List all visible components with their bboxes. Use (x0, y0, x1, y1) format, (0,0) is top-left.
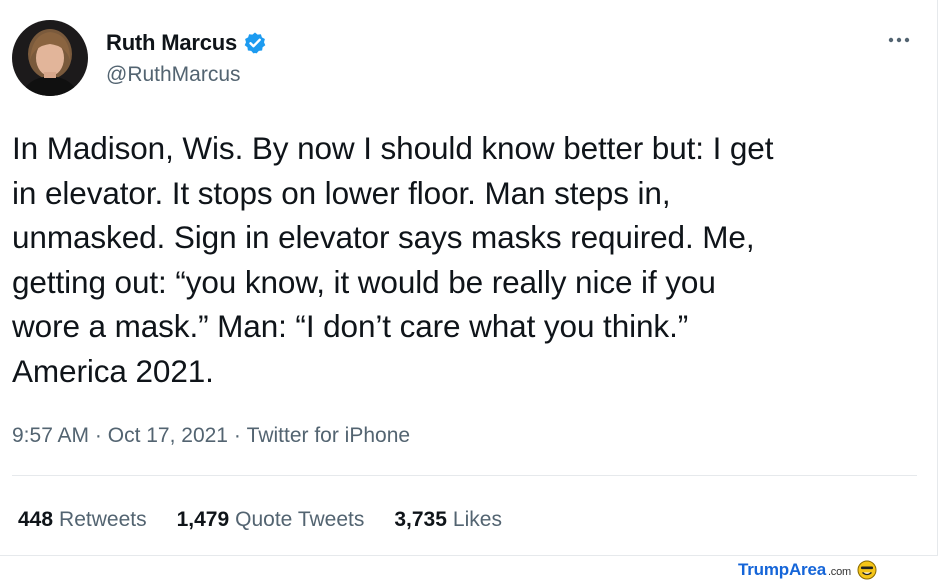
tweet-text: In Madison, Wis. By now I should know be… (12, 130, 774, 389)
likes-count: 3,735 (394, 508, 447, 531)
retweets-count: 448 (18, 508, 54, 531)
tweet-source[interactable]: Twitter for iPhone (247, 424, 410, 448)
retweets-stat[interactable]: 448 Retweets (18, 508, 147, 532)
divider (12, 475, 917, 476)
avatar[interactable] (12, 20, 88, 96)
watermark-text: TrumpArea .com (738, 560, 851, 580)
tweet-metadata: 9:57 AM · Oct 17, 2021 · Twitter for iPh… (12, 424, 410, 448)
likes-stat[interactable]: 3,735 Likes (394, 508, 502, 532)
watermark-brand: TrumpArea (738, 560, 826, 579)
quote-tweets-stat[interactable]: 1,479 Quote Tweets (177, 508, 365, 532)
tweet-time[interactable]: 9:57 AM (12, 424, 89, 448)
tweet-date[interactable]: Oct 17, 2021 (108, 424, 228, 448)
tweet-card: Ruth Marcus @RuthMarcus In Madison, Wis.… (0, 0, 938, 556)
likes-label: Likes (452, 508, 502, 531)
author-name-row[interactable]: Ruth Marcus (106, 30, 267, 56)
author-handle[interactable]: @RuthMarcus (106, 63, 241, 87)
verified-badge-icon (243, 31, 267, 55)
meta-separator: · (89, 424, 108, 447)
site-watermark: TrumpArea .com (738, 560, 877, 580)
smiley-face-icon (857, 560, 877, 580)
more-options-icon[interactable] (887, 30, 911, 50)
watermark-tld: .com (827, 566, 851, 578)
quote-tweets-label: Quote Tweets (235, 508, 365, 531)
retweets-label: Retweets (59, 508, 147, 531)
meta-separator: · (227, 424, 247, 447)
engagement-stats: 448 Retweets 1,479 Quote Tweets 3,735 Li… (18, 508, 502, 532)
author-display-name[interactable]: Ruth Marcus (106, 30, 237, 56)
quote-tweets-count: 1,479 (176, 508, 230, 531)
